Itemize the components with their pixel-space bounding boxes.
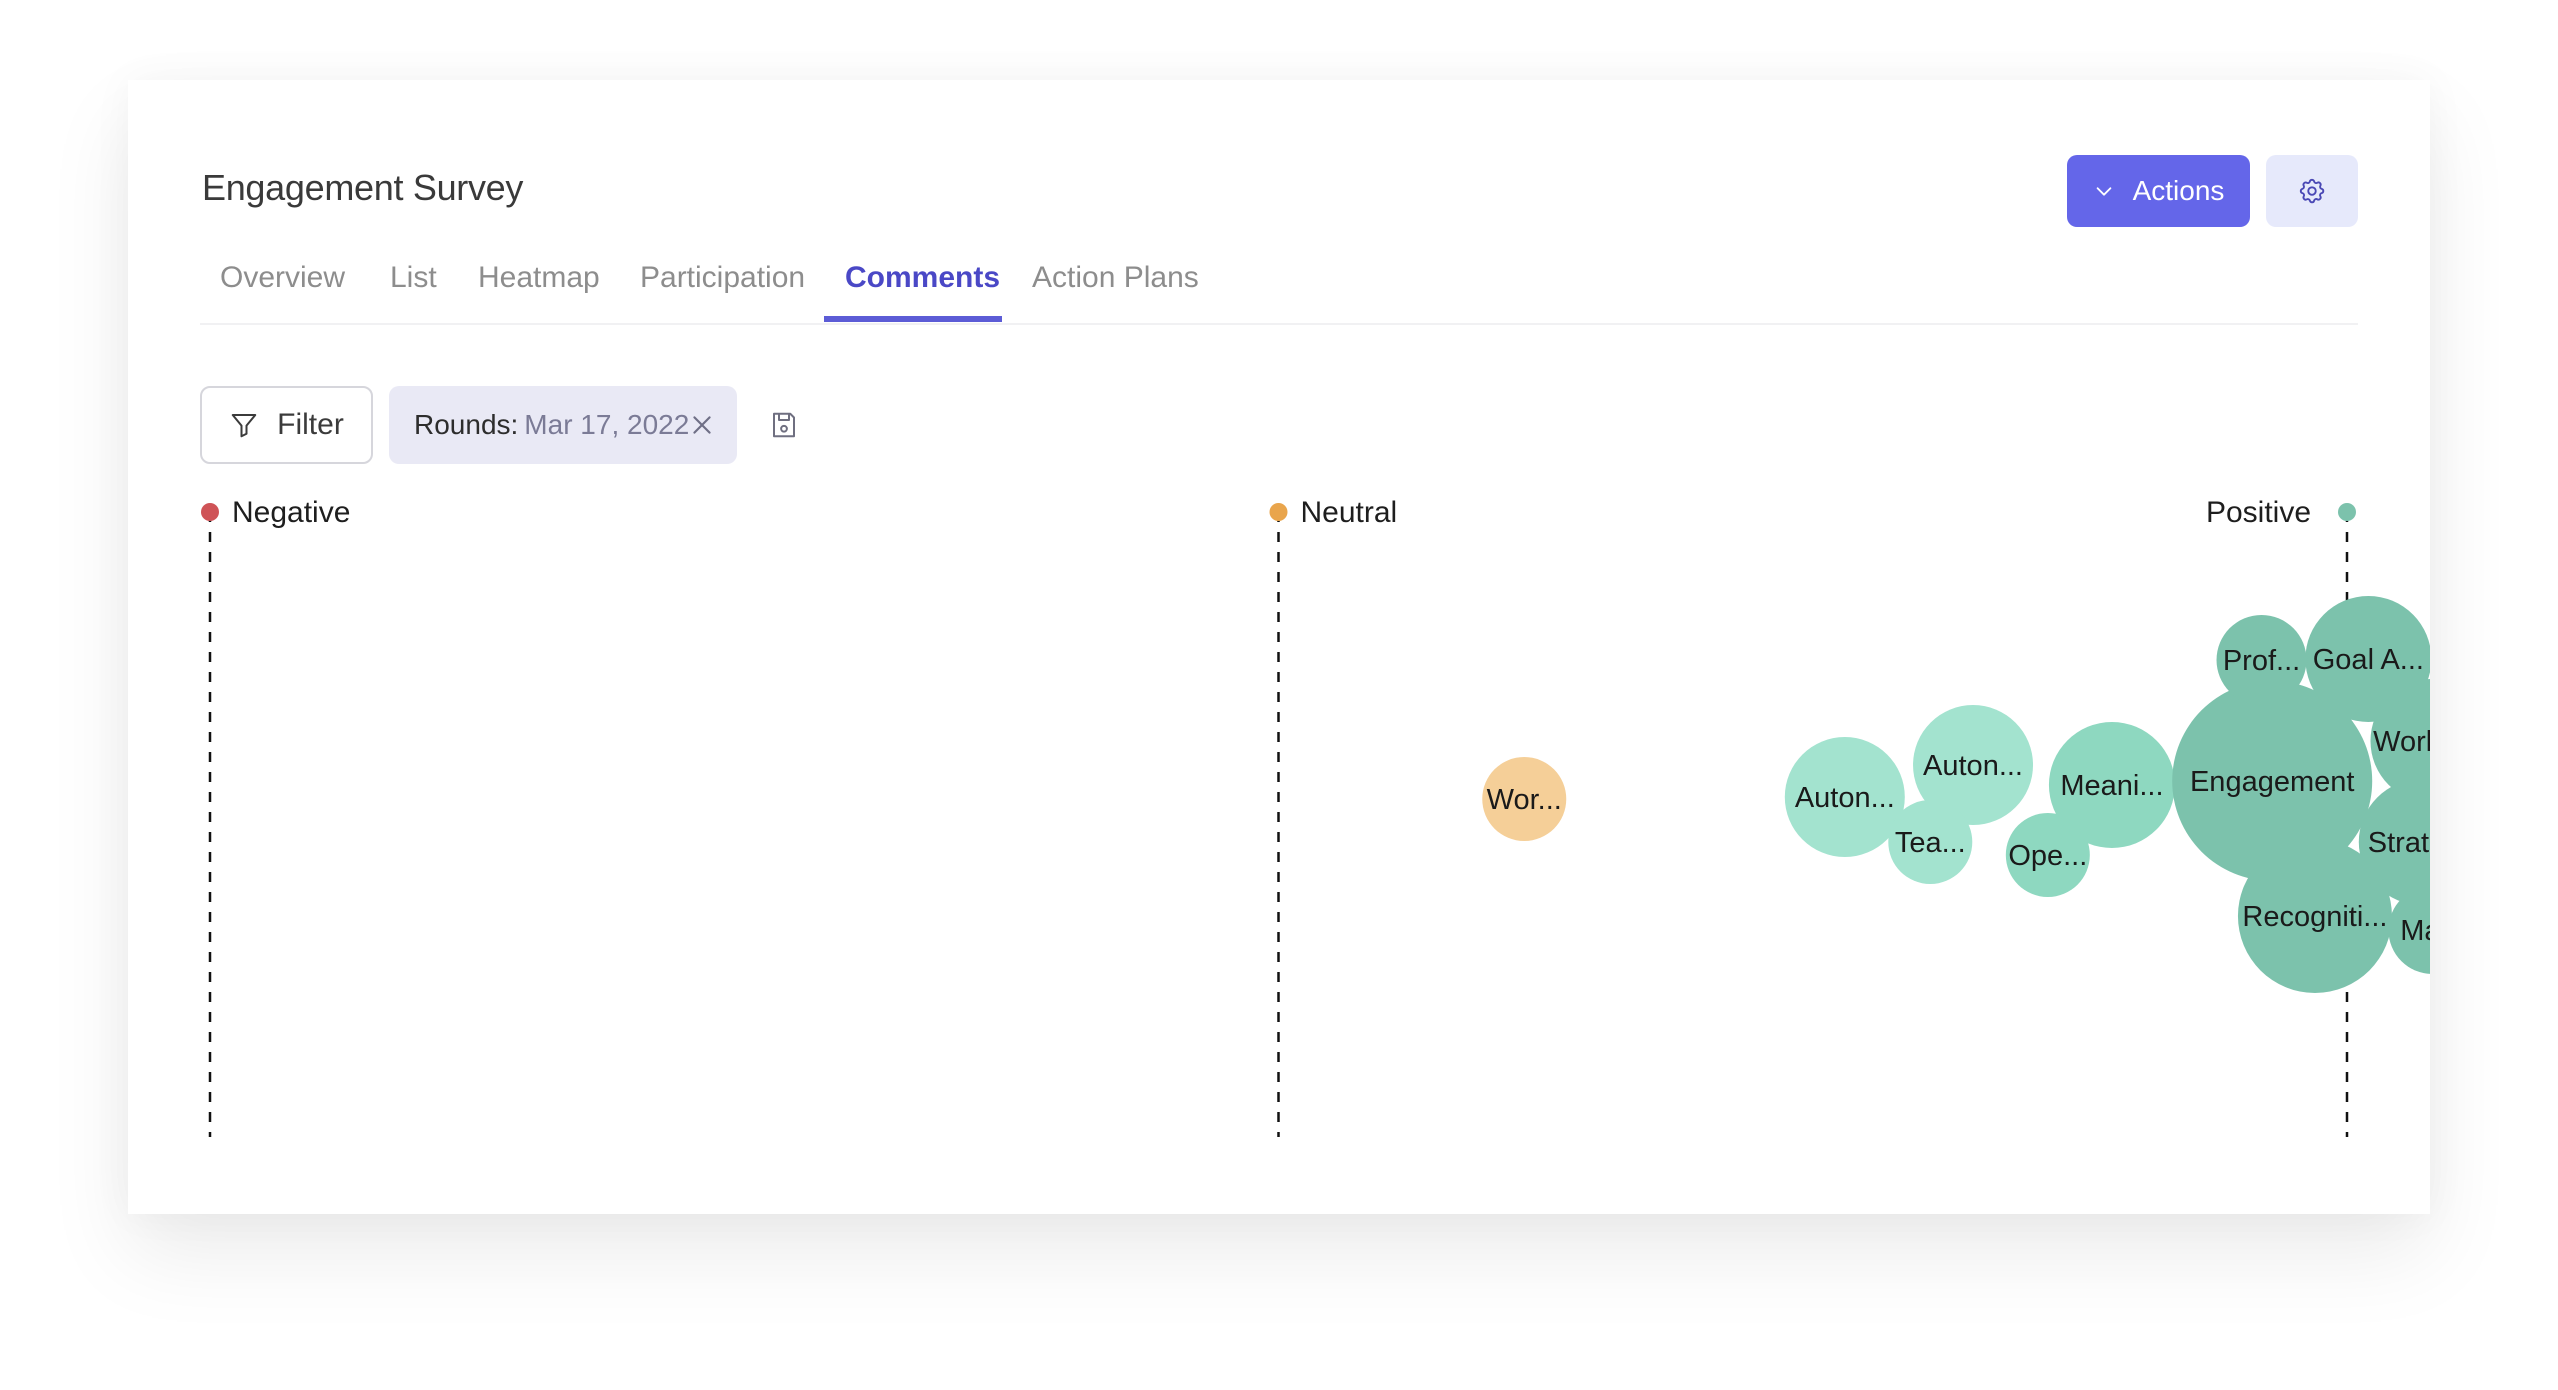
bubble-tea[interactable]: Tea...: [1888, 800, 1973, 884]
bubble-ma[interactable]: Ma...: [2388, 886, 2430, 974]
bubble-wor[interactable]: Wor...: [1482, 757, 1567, 841]
bubble-meani[interactable]: Meani...: [2048, 722, 2175, 848]
positive-marker-dot: [2338, 503, 2356, 521]
neutral-marker-dot: [1269, 503, 1288, 521]
survey-card: Engagement Survey Actions Overview List …: [128, 80, 2430, 1214]
bubble-label: Strategy: [2368, 827, 2430, 859]
negative-axis-label: Negative: [232, 496, 350, 529]
bubble-label: Auton...: [1923, 750, 2023, 782]
bubble-recogniti[interactable]: Recogniti...: [2237, 839, 2392, 993]
bubble-auton[interactable]: Auton...: [1784, 737, 1905, 857]
bubble-label: Auton...: [1795, 782, 1895, 814]
bubble-label: Goal A...: [2313, 644, 2424, 676]
bubble-label: Tea...: [1895, 827, 1966, 859]
bubble-label: Ope...: [2008, 840, 2087, 872]
sentiment-bubble-chart: Negative Neutral Positive Wor... Auton... Au…: [201, 496, 2430, 1137]
negative-marker-dot: [201, 503, 219, 521]
bubble-label: Prof...: [2223, 645, 2300, 677]
bubble-label: Meani...: [2060, 770, 2163, 802]
bubble-label: Ma...: [2400, 915, 2430, 947]
bubble-label: Wor...: [1487, 784, 1562, 816]
bubble-prof[interactable]: Prof...: [2216, 615, 2307, 705]
positive-axis-label: Positive: [2206, 496, 2311, 529]
bubble-label: Recogniti...: [2242, 901, 2387, 933]
bubble-label: Engagement: [2190, 766, 2354, 798]
neutral-axis-label: Neutral: [1301, 496, 1398, 529]
bubble-label: Work E...: [2373, 726, 2430, 758]
